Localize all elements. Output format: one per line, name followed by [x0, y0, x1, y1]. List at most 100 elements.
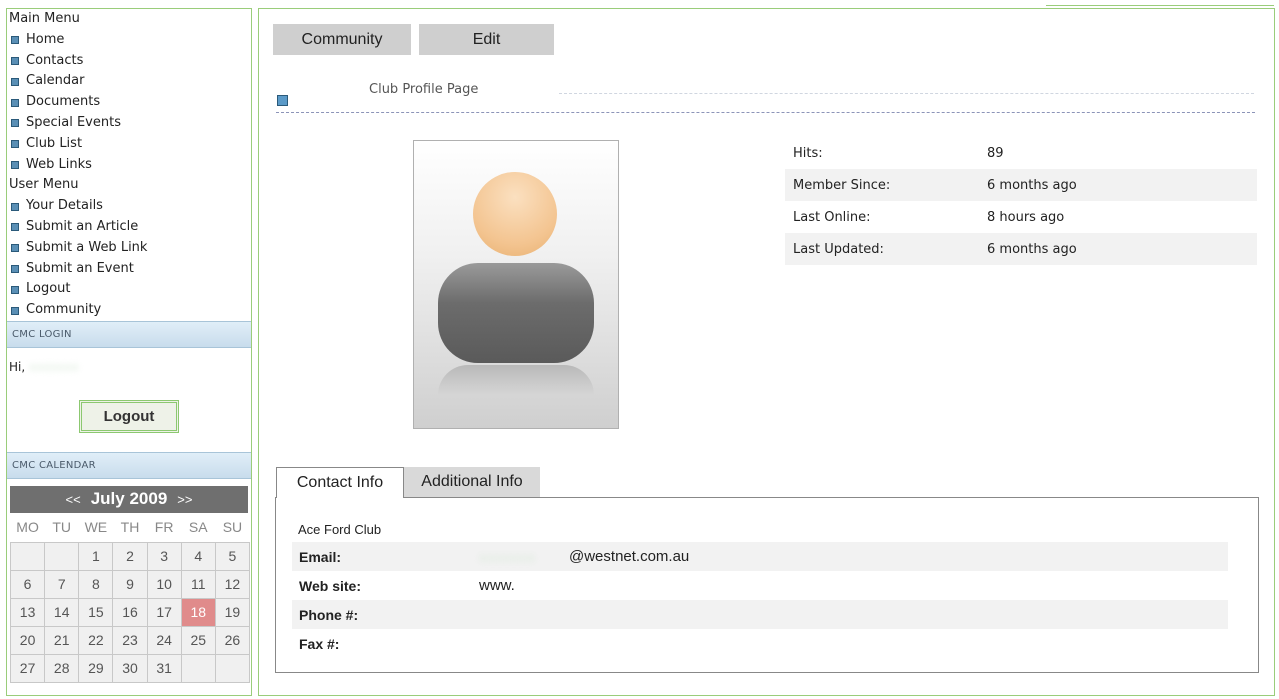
- weekday-header: WE: [84, 519, 108, 536]
- sidebar-item-web-links[interactable]: Web Links: [7, 155, 251, 176]
- calendar-day[interactable]: 17: [146, 597, 182, 627]
- mini-calendar: << July 2009 >> MO TU WE TH FR SA SU 123456789…: [9, 485, 251, 683]
- tab-contact-info[interactable]: Contact Info: [276, 467, 404, 498]
- menu-label: Contacts: [26, 52, 84, 68]
- email-label: Email:: [299, 548, 342, 565]
- calendar-day[interactable]: 5: [214, 541, 251, 571]
- menu-label: Logout: [26, 281, 71, 297]
- bullet-icon: [11, 119, 19, 128]
- sidebar-item-your-details[interactable]: Your Details: [7, 196, 251, 217]
- phone-label: Phone #:: [299, 606, 359, 623]
- menu-label: Documents: [26, 94, 101, 110]
- calendar-day[interactable]: 1: [78, 541, 114, 571]
- weekday-header: SU: [222, 519, 243, 536]
- weekday-header: TU: [52, 519, 72, 536]
- sidebar: Main Menu Home Contacts Calendar Documen…: [6, 8, 252, 696]
- avatar-reflection: [438, 365, 594, 395]
- menu-label: Club List: [26, 135, 83, 151]
- weekday-header: MO: [16, 519, 39, 536]
- greeting-text: Hi, xxxxxxx: [7, 348, 251, 388]
- sidebar-item-calendar[interactable]: Calendar: [7, 71, 251, 92]
- calendar-day[interactable]: 21: [44, 625, 80, 655]
- calendar-day[interactable]: 23: [112, 625, 148, 655]
- sidebar-item-submit-article[interactable]: Submit an Article: [7, 217, 251, 238]
- calendar-day[interactable]: 29: [78, 653, 114, 683]
- sidebar-item-submit-event[interactable]: Submit an Event: [7, 259, 251, 280]
- bullet-icon: [11, 56, 19, 65]
- sidebar-item-community[interactable]: Community: [7, 300, 251, 321]
- fax-row: Fax #:: [292, 629, 1228, 658]
- sidebar-item-submit-web-link[interactable]: Submit a Web Link: [7, 238, 251, 259]
- bullet-icon: [11, 306, 19, 315]
- tab-additional-info[interactable]: Additional Info: [404, 467, 540, 497]
- calendar-prev-button[interactable]: <<: [66, 492, 81, 507]
- sidebar-item-club-list[interactable]: Club List: [7, 134, 251, 155]
- calendar-empty-cell: [44, 541, 80, 571]
- main-content: Community Edit Club Profile Page Hits: 89…: [258, 5, 1275, 696]
- calendar-day[interactable]: 18: [180, 597, 216, 627]
- calendar-week: 12345: [9, 541, 251, 571]
- login-module-title: CMC LOGIN: [7, 320, 251, 348]
- calendar-day[interactable]: 27: [9, 653, 46, 683]
- email-row: Email: xxxxxxxx @westnet.com.au: [292, 542, 1228, 571]
- redacted-username: xxxxxxx: [29, 359, 79, 374]
- logout-button[interactable]: Logout: [79, 399, 179, 433]
- calendar-day[interactable]: 31: [146, 653, 182, 683]
- calendar-week: 27 28 29 30 31: [9, 653, 251, 683]
- calendar-day[interactable]: 12: [214, 569, 251, 599]
- stat-value: 8 hours ago: [987, 209, 1065, 225]
- calendar-module-title: CMC CALENDAR: [7, 451, 251, 479]
- website-value[interactable]: www.: [479, 577, 515, 594]
- menu-label: Submit an Event: [26, 260, 134, 276]
- calendar-day[interactable]: 9: [112, 569, 148, 599]
- sidebar-item-documents[interactable]: Documents: [7, 92, 251, 113]
- stat-row-last-updated: Last Updated: 6 months ago: [785, 233, 1257, 265]
- menu-label: Your Details: [26, 198, 103, 214]
- calendar-day[interactable]: 4: [180, 541, 216, 571]
- calendar-day[interactable]: 25: [180, 625, 216, 655]
- calendar-next-button[interactable]: >>: [177, 492, 192, 507]
- calendar-day[interactable]: 10: [146, 569, 182, 599]
- stat-label: Last Updated:: [793, 241, 884, 257]
- bullet-icon: [11, 98, 19, 107]
- calendar-day[interactable]: 19: [214, 597, 251, 627]
- menu-label: Submit an Article: [26, 218, 139, 234]
- calendar-day[interactable]: 26: [214, 625, 251, 655]
- calendar-day[interactable]: 6: [9, 569, 46, 599]
- community-button[interactable]: Community: [273, 24, 411, 55]
- calendar-week: 13 14 15 16 17 18 19: [9, 597, 251, 627]
- stat-label: Last Online:: [793, 209, 871, 225]
- calendar-empty-cell: [180, 653, 216, 683]
- profile-stats: Hits: 89 Member Since: 6 months ago Last O…: [785, 137, 1257, 265]
- email-value[interactable]: @westnet.com.au: [569, 548, 689, 565]
- calendar-day[interactable]: 16: [112, 597, 148, 627]
- stat-label: Hits:: [793, 145, 823, 161]
- phone-row: Phone #:: [292, 600, 1228, 629]
- greeting-label: Hi,: [9, 359, 26, 374]
- weekday-header: FR: [154, 519, 174, 536]
- fax-label: Fax #:: [299, 635, 340, 652]
- calendar-day[interactable]: 11: [180, 569, 216, 599]
- calendar-day[interactable]: 14: [44, 597, 80, 627]
- edit-button[interactable]: Edit: [419, 24, 554, 55]
- calendar-day[interactable]: 2: [112, 541, 148, 571]
- sidebar-item-special-events[interactable]: Special Events: [7, 113, 251, 134]
- website-label: Web site:: [299, 577, 361, 594]
- calendar-day[interactable]: 22: [78, 625, 114, 655]
- sidebar-item-home[interactable]: Home: [7, 30, 251, 51]
- bullet-icon: [11, 202, 19, 211]
- calendar-day[interactable]: 24: [146, 625, 182, 655]
- sidebar-item-contacts[interactable]: Contacts: [7, 51, 251, 72]
- menu-label: Community: [26, 302, 102, 318]
- calendar-week: 20 21 22 23 24 25 26: [9, 625, 251, 655]
- calendar-day[interactable]: 28: [44, 653, 80, 683]
- calendar-day[interactable]: 30: [112, 653, 148, 683]
- sidebar-item-logout[interactable]: Logout: [7, 279, 251, 300]
- calendar-day[interactable]: 13: [9, 597, 46, 627]
- user-menu-heading: User Menu: [9, 177, 79, 193]
- calendar-day[interactable]: 20: [9, 625, 46, 655]
- calendar-day[interactable]: 7: [44, 569, 80, 599]
- calendar-day[interactable]: 8: [78, 569, 114, 599]
- calendar-day[interactable]: 15: [78, 597, 114, 627]
- calendar-day[interactable]: 3: [146, 541, 182, 571]
